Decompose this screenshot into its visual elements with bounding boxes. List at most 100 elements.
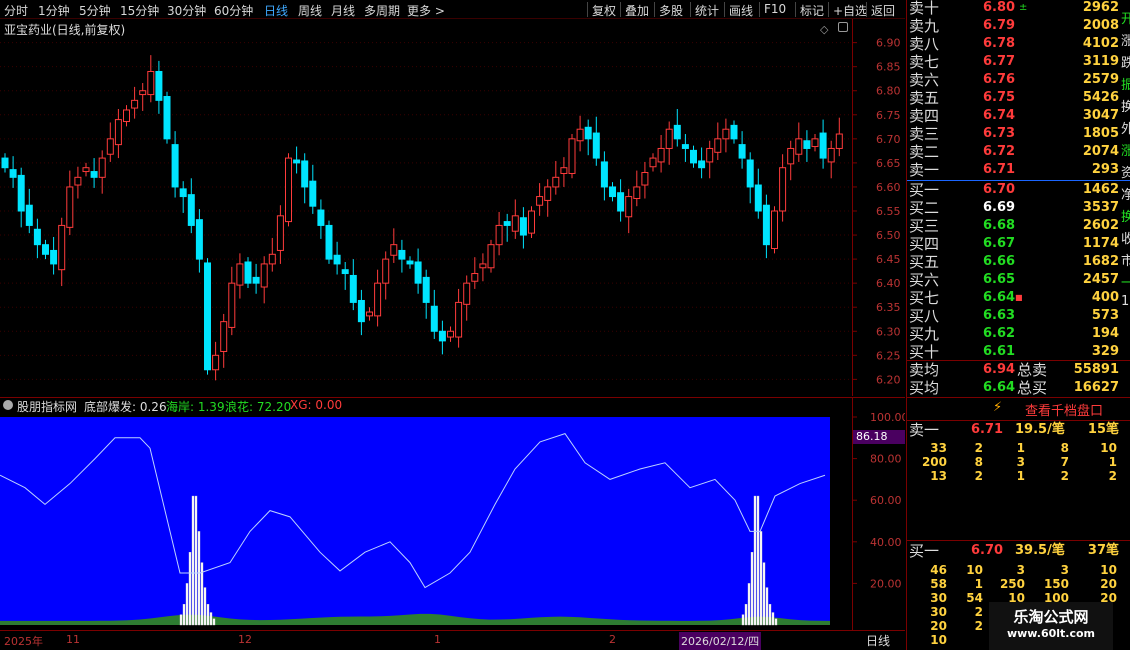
bid1-label: 买一 (909, 542, 940, 560)
bid-level[interactable]: 买五 6.66 1682 (907, 253, 1130, 271)
ask-label: 卖九 (909, 17, 940, 35)
bid-level[interactable]: 买三 6.68 2602 (907, 217, 1130, 235)
period-tab-8[interactable]: 月线 (331, 2, 355, 19)
bid-price: 6.65 (983, 272, 1016, 287)
bid-level[interactable]: 买一 6.70 1462 (907, 181, 1130, 199)
ask-level[interactable]: 卖四 6.74 3047 (907, 107, 1130, 125)
toolbar-action-5[interactable]: F10 (764, 2, 786, 16)
toolbar-action-4[interactable]: 画线 (729, 2, 753, 19)
queue-cell: 200 (921, 455, 947, 469)
candle-up (82, 167, 90, 173)
candle-up (455, 301, 463, 338)
toolbar-action-6[interactable]: 标记 (800, 2, 824, 19)
period-tab-1[interactable]: 1分钟 (38, 2, 70, 19)
price-tick-label: 6.50 (876, 229, 901, 242)
burst-bar (182, 603, 186, 626)
candle-down (698, 160, 706, 169)
indicator-tick-label: 100.00 (870, 411, 905, 424)
period-tab-3[interactable]: 15分钟 (120, 2, 159, 19)
bid-level[interactable]: 买八 6.63 573 (907, 307, 1130, 325)
toolbar-separator (587, 2, 588, 17)
period-tab-9[interactable]: 多周期 (364, 2, 400, 19)
period-tab-5[interactable]: 60分钟 (214, 2, 253, 19)
burst-bar (768, 603, 772, 626)
candle-down (730, 124, 738, 140)
period-tab-4[interactable]: 30分钟 (167, 2, 206, 19)
period-tab-10[interactable]: 更多 > (407, 2, 445, 19)
bid-label: 买六 (909, 271, 940, 289)
avg-ask-row: 卖均 6.94 总卖 55891 (907, 361, 1130, 379)
queue-cell: 13 (930, 469, 947, 483)
bid-level[interactable]: 买十 6.61 329 (907, 343, 1130, 361)
toolbar-action-2[interactable]: 多股 (659, 2, 683, 19)
burst-bar (179, 614, 183, 626)
toolbar-separator (759, 2, 760, 17)
depth-button[interactable]: ⚡ 查看千档盘口 (907, 398, 1130, 420)
bid-price: 6.63 (983, 308, 1016, 323)
bid-price: 6.70 (983, 182, 1016, 197)
toolbar-action-3[interactable]: 统计 (695, 2, 719, 19)
candle-up (544, 186, 552, 201)
queue-cell: 10 (966, 563, 983, 577)
toolbar-action-7[interactable]: +自选 (833, 2, 867, 19)
ask-price: 6.73 (983, 126, 1016, 141)
candle-down (746, 159, 754, 188)
candle-up (268, 253, 276, 265)
total-ask: 55891 (1073, 362, 1119, 377)
queue-cell: 2 (974, 441, 983, 455)
ask-level[interactable]: 卖十 6.80 ±2962 (907, 0, 1130, 17)
bid-level[interactable]: 买九 6.62 194 (907, 325, 1130, 343)
indicator-panel[interactable]: 股朋指标网 底部爆发: 0.26 海岸: 1.39 浪花: 72.20 XG: … (0, 397, 905, 630)
bid-level[interactable]: 买六 6.65 2457 (907, 271, 1130, 289)
burst-bar (206, 603, 210, 626)
candle-down (171, 144, 179, 188)
period-label[interactable]: 日线 (866, 632, 890, 649)
side-fragment: 市 (1121, 254, 1130, 269)
bid-level[interactable]: 买二 6.69 3537 (907, 199, 1130, 217)
ask-level[interactable]: 卖八 6.78 4102 (907, 35, 1130, 53)
toolbar-action-8[interactable]: 返回 (871, 2, 895, 19)
candle-up (366, 311, 373, 317)
queue-cell: 2 (974, 619, 983, 633)
ask-level[interactable]: 卖一 6.71 293 (907, 161, 1130, 179)
bid-label: 买七 (909, 289, 940, 307)
burst-bar (765, 587, 769, 626)
indicator-canvas: 100.00 80.00 60.00 40.00 20.00 (0, 397, 905, 630)
ask-label: 卖三 (909, 125, 940, 143)
toolbar-action-0[interactable]: 复权 (592, 2, 616, 19)
bid-mark: ■ (1015, 293, 1023, 302)
queue-cell: 54 (966, 591, 983, 605)
ask-price: 6.79 (983, 18, 1016, 33)
toolbar-action-1[interactable]: 叠加 (625, 2, 649, 19)
bid-level[interactable]: 买七 6.64 ■ 400 (907, 289, 1130, 307)
candle-down (187, 194, 195, 226)
ask-price: 6.76 (983, 72, 1016, 87)
ask-volume: 3119 (1082, 54, 1119, 69)
period-tab-6[interactable]: 日线 (264, 2, 288, 19)
candle-up (511, 215, 519, 232)
ask-level[interactable]: 卖九 6.79 2008 (907, 17, 1130, 35)
candle-down (600, 161, 608, 188)
period-tab-2[interactable]: 5分钟 (79, 2, 111, 19)
bid-price: 6.67 (983, 236, 1016, 251)
candle-up (625, 196, 633, 218)
period-tab-0[interactable]: 分时 (4, 2, 28, 19)
ask-level[interactable]: 卖七 6.77 3119 (907, 53, 1130, 71)
watermark-line2: www.60lt.com (1006, 627, 1096, 640)
burst-bar (185, 583, 189, 626)
ask-price: 6.72 (983, 144, 1016, 159)
candle-up (139, 90, 147, 96)
candle-down (17, 174, 25, 212)
queue-cell: 10 (1100, 563, 1117, 577)
candle-down (90, 171, 98, 178)
period-tab-7[interactable]: 周线 (298, 2, 322, 19)
candle-up (787, 147, 795, 165)
ask-level[interactable]: 卖三 6.73 1805 (907, 125, 1130, 143)
kline-chart[interactable]: 亚宝药业(日线,前复权) ◇ 6.90 6.85 6.80 6.75 6.70 6.65 6… (0, 19, 905, 396)
ask-level[interactable]: 卖五 6.75 5426 (907, 89, 1130, 107)
ask-level[interactable]: 卖二 6.72 2074 (907, 143, 1130, 161)
bid-label: 买三 (909, 217, 940, 235)
bid-level[interactable]: 买四 6.67 1174 (907, 235, 1130, 253)
candle-up (66, 186, 74, 228)
ask-level[interactable]: 卖六 6.76 2579 (907, 71, 1130, 89)
